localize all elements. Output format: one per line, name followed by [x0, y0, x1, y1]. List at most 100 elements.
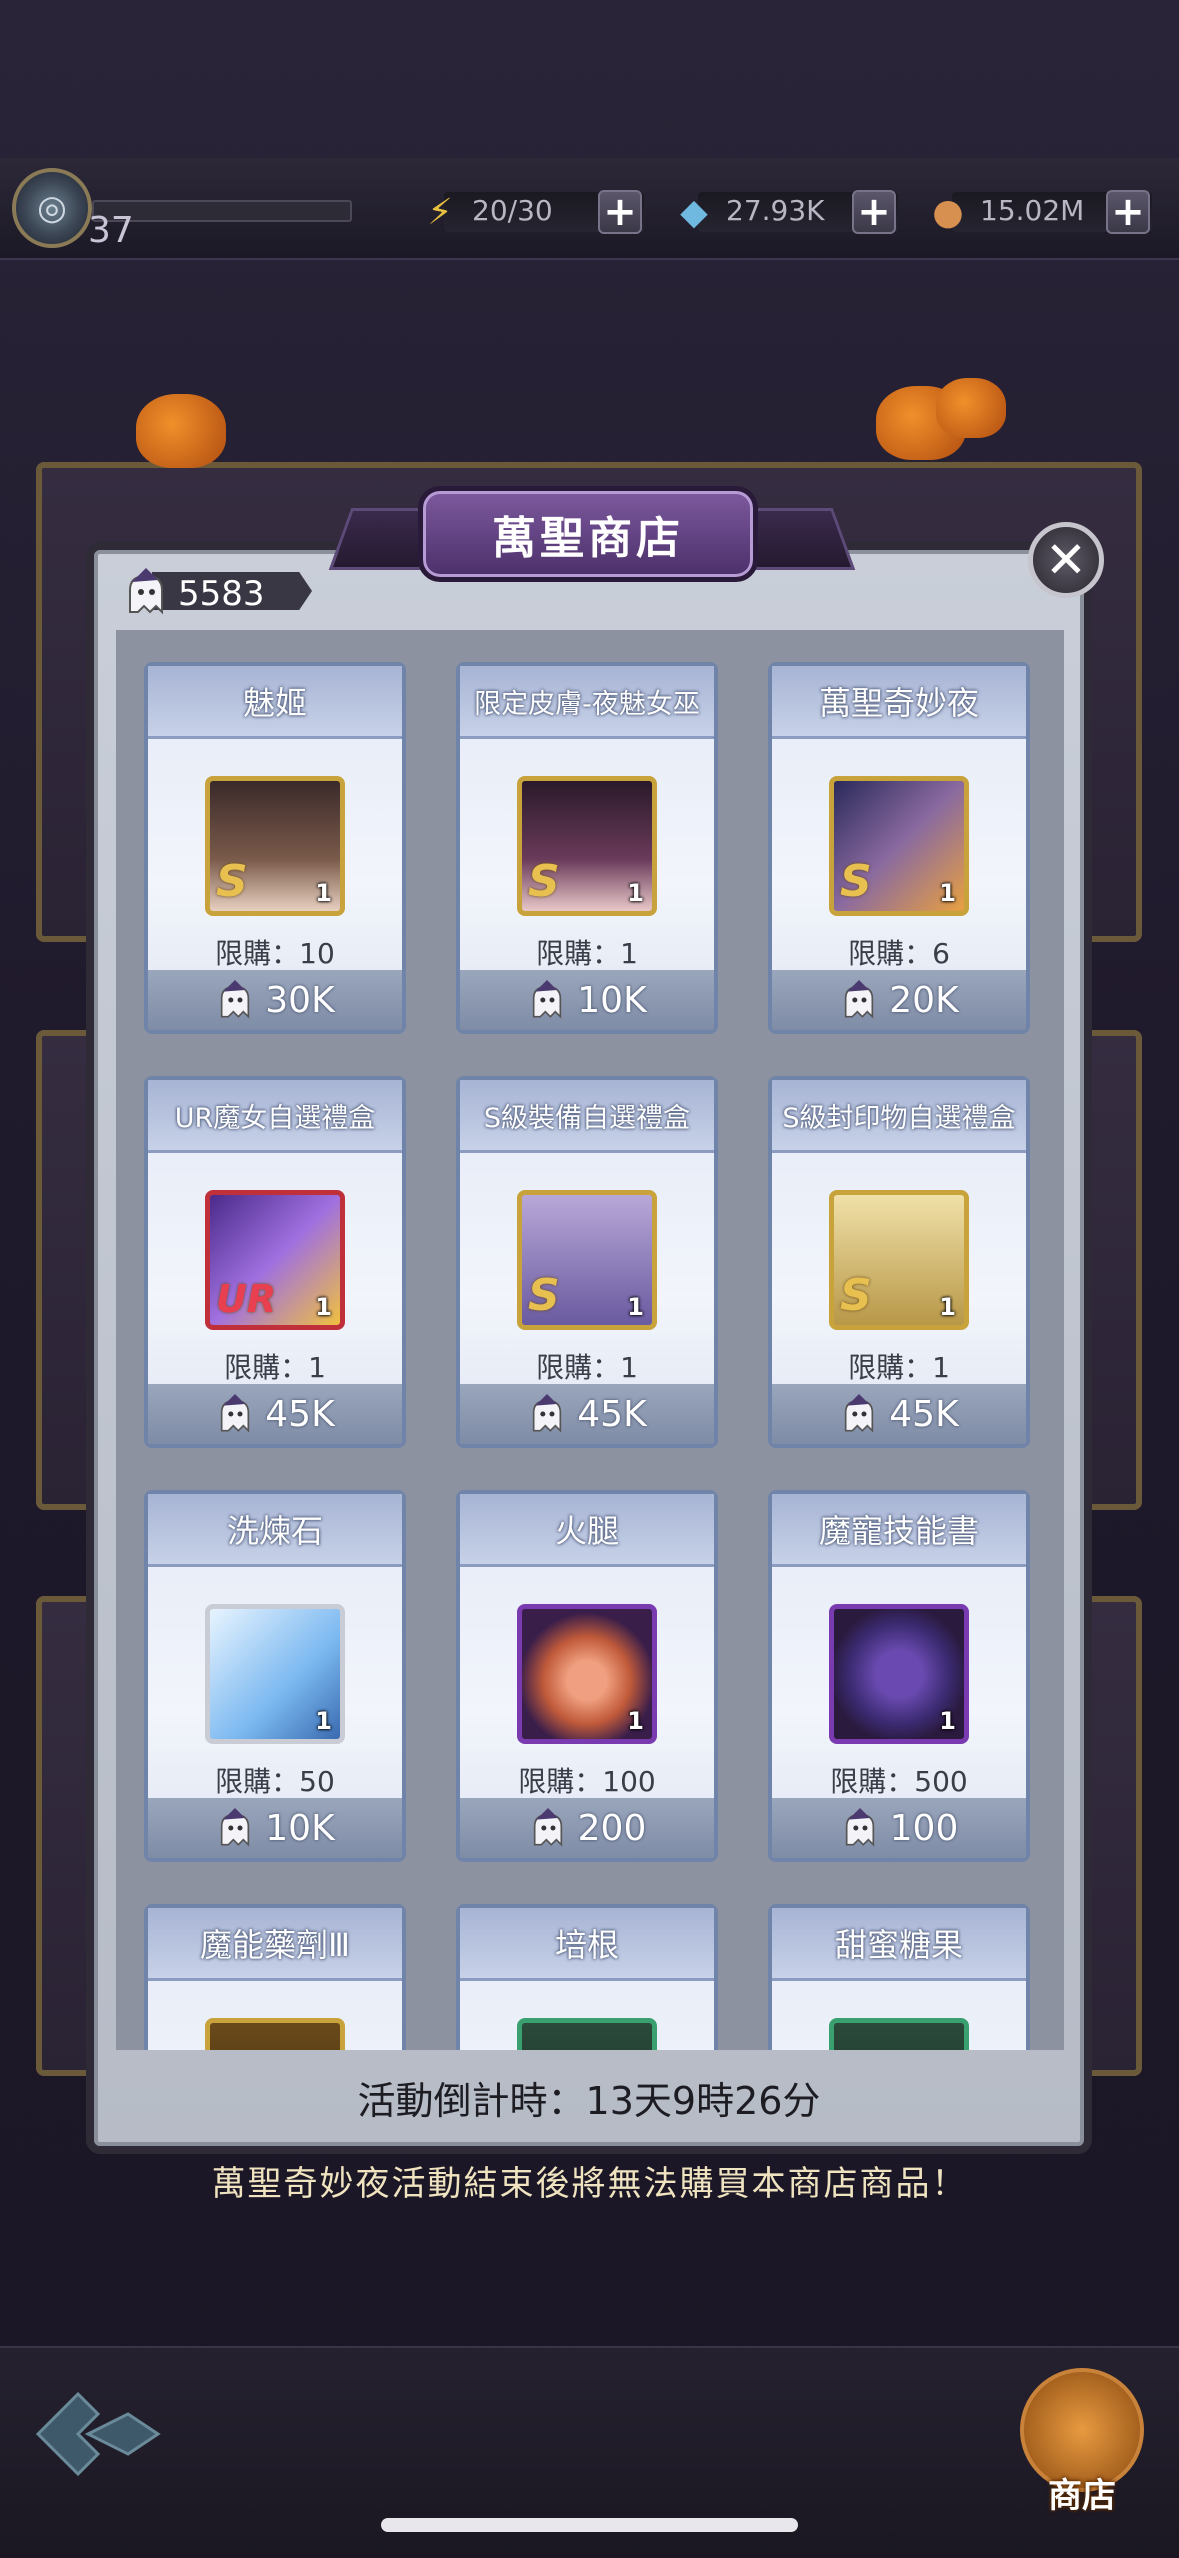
purchase-limit: 限購：1 — [536, 937, 638, 970]
refining-stone-icon: 1 — [205, 1604, 345, 1744]
buy-price-button[interactable]: 45K — [148, 1384, 402, 1444]
shop-item-name: 甜蜜糖果 — [772, 1908, 1026, 1981]
item-rank-badge: S — [840, 856, 872, 907]
guild-logo-icon[interactable] — [28, 2384, 168, 2484]
price-value: 10K — [577, 979, 647, 1021]
buy-price-button[interactable]: 45K — [772, 1384, 1026, 1444]
coin-value: 15.02M — [980, 194, 1085, 227]
shop-item-name: S級裝備自選禮盒 — [460, 1080, 714, 1153]
event-notice: 萬聖奇妙夜活動結束後將無法購買本商店商品！ — [211, 2164, 968, 2204]
ghost-currency-icon — [533, 1394, 562, 1433]
purchase-limit: 限購：50 — [215, 1765, 335, 1798]
purchase-limit: 限購：100 — [518, 1765, 656, 1798]
coin-resource: ● 15.02M + — [924, 188, 1179, 236]
purchase-limit: 限購：500 — [830, 1765, 968, 1798]
ham-icon: 1 — [517, 1604, 657, 1744]
ghost-currency-icon — [221, 980, 250, 1019]
player-level: 37 — [88, 210, 134, 251]
price-value: 45K — [889, 1393, 959, 1435]
buy-price-button[interactable]: 100 — [772, 1798, 1026, 1858]
shop-item-card[interactable]: UR魔女自選禮盒 UR 1 限購：1 45K — [144, 1076, 406, 1448]
shop-item-grid[interactable]: 魅姬 S 1 限購：10 30K 限定皮膚-夜魅女巫 S 1 限購：1 10K 萬聖奇妙夜 S 1 限購：… — [116, 630, 1064, 2050]
item-rank-badge: S — [528, 1270, 560, 1321]
event-currency-value: 5583 — [178, 574, 265, 614]
shop-item-card[interactable]: S級封印物自選禮盒 S 1 限購：1 45K — [768, 1076, 1030, 1448]
shop-item-name: S級封印物自選禮盒 — [772, 1080, 1026, 1153]
ghost-currency-icon — [845, 1808, 874, 1847]
price-value: 45K — [265, 1393, 335, 1435]
price-value: 200 — [577, 1807, 647, 1849]
seal-chest-icon: S1 — [829, 1190, 969, 1330]
pumpkin-decoration-left — [136, 394, 226, 468]
add-diamond-button[interactable]: + — [852, 189, 896, 235]
equipment-chest-icon: S1 — [517, 1190, 657, 1330]
event-currency: 5583 — [122, 568, 322, 615]
item-quantity: 1 — [315, 1293, 332, 1321]
shop-nav-button[interactable]: 商店 — [1012, 2368, 1152, 2528]
skill-book-icon: 1 — [829, 1604, 969, 1744]
buy-price-button[interactable]: 10K — [460, 970, 714, 1030]
shop-item-card[interactable]: 洗煉石 1 限購：50 10K — [144, 1490, 406, 1862]
purchase-limit: 限購：1 — [224, 1351, 326, 1384]
add-energy-button[interactable]: + — [598, 189, 642, 235]
candy-icon — [829, 2018, 969, 2050]
item-rank-badge: S — [528, 856, 560, 907]
potion-icon — [205, 2018, 345, 2050]
shop-item-card[interactable]: S級裝備自選禮盒 S 1 限購：1 45K — [456, 1076, 718, 1448]
shop-nav-label: 商店 — [1048, 2476, 1116, 2516]
shop-item-name: 魅姬 — [148, 666, 402, 739]
bacon-icon — [517, 2018, 657, 2050]
gift-box-icon: UR 1 — [205, 1190, 345, 1330]
ghost-currency-icon — [129, 568, 163, 615]
energy-value: 20/30 — [472, 194, 553, 227]
purchase-limit: 限購：1 — [536, 1351, 638, 1384]
buy-price-button[interactable]: 30K — [148, 970, 402, 1030]
add-coin-button[interactable]: + — [1106, 189, 1150, 235]
ghost-currency-icon — [533, 980, 562, 1019]
item-quantity: 1 — [315, 1707, 332, 1735]
shop-item-name: 洗煉石 — [148, 1494, 402, 1567]
price-value: 100 — [889, 1807, 959, 1849]
diamond-value: 27.93K — [726, 194, 825, 227]
shop-item-card[interactable]: 萬聖奇妙夜 S 1 限購：6 20K — [768, 662, 1030, 1034]
item-quantity: 1 — [939, 879, 956, 907]
shop-item-card[interactable]: 魔寵技能書 1 限購：500 100 — [768, 1490, 1030, 1862]
item-quantity: 1 — [315, 879, 332, 907]
diamond-resource: ◆ 27.93K + — [670, 188, 926, 236]
lightning-icon: ⚡ — [427, 191, 453, 233]
ghost-currency-icon — [845, 1394, 874, 1433]
top-status-bar: ◎ 37 ⚡ 20/30 + ◆ 27.93K + ● 15.02M + — [0, 158, 1179, 260]
item-quantity: 1 — [627, 1293, 644, 1321]
shop-item-name: 限定皮膚-夜魅女巫 — [460, 666, 714, 739]
purchase-limit: 限購：6 — [848, 937, 950, 970]
shop-item-card[interactable]: 魅姬 S 1 限購：10 30K — [144, 662, 406, 1034]
character-portrait-icon: S1 — [205, 776, 345, 916]
shop-item-name: 萬聖奇妙夜 — [772, 666, 1026, 739]
energy-resource: ⚡ 20/30 + — [416, 188, 672, 236]
close-button[interactable]: ✕ — [1028, 522, 1104, 598]
price-value: 45K — [577, 1393, 647, 1435]
price-value: 20K — [889, 979, 959, 1021]
price-value: 30K — [265, 979, 335, 1021]
buy-price-button[interactable]: 200 — [460, 1798, 714, 1858]
shop-title: 萬聖商店 — [418, 486, 758, 582]
shop-item-card[interactable]: 火腿 1 限購：100 200 — [456, 1490, 718, 1862]
ghost-currency-icon — [221, 1808, 250, 1847]
shop-item-name: 魔能藥劑Ⅲ — [148, 1908, 402, 1981]
buy-price-button[interactable]: 10K — [148, 1798, 402, 1858]
shop-item-card[interactable]: 甜蜜糖果 — [768, 1904, 1030, 2050]
price-value: 10K — [265, 1807, 335, 1849]
shop-item-card[interactable]: 魔能藥劑Ⅲ — [144, 1904, 406, 2050]
buy-price-button[interactable]: 45K — [460, 1384, 714, 1444]
shop-item-name: UR魔女自選禮盒 — [148, 1080, 402, 1153]
shop-item-name: 火腿 — [460, 1494, 714, 1567]
home-indicator[interactable] — [381, 2518, 798, 2532]
ghost-currency-icon — [533, 1808, 562, 1847]
event-countdown: 活動倒計時：13天9時26分 — [357, 2079, 821, 2123]
shop-item-card[interactable]: 培根 — [456, 1904, 718, 2050]
level-emblem-icon[interactable]: ◎ — [12, 168, 92, 248]
ghost-currency-icon — [221, 1394, 250, 1433]
shop-item-card[interactable]: 限定皮膚-夜魅女巫 S 1 限購：1 10K — [456, 662, 718, 1034]
buy-price-button[interactable]: 20K — [772, 970, 1026, 1030]
card-pack-icon: S1 — [829, 776, 969, 916]
